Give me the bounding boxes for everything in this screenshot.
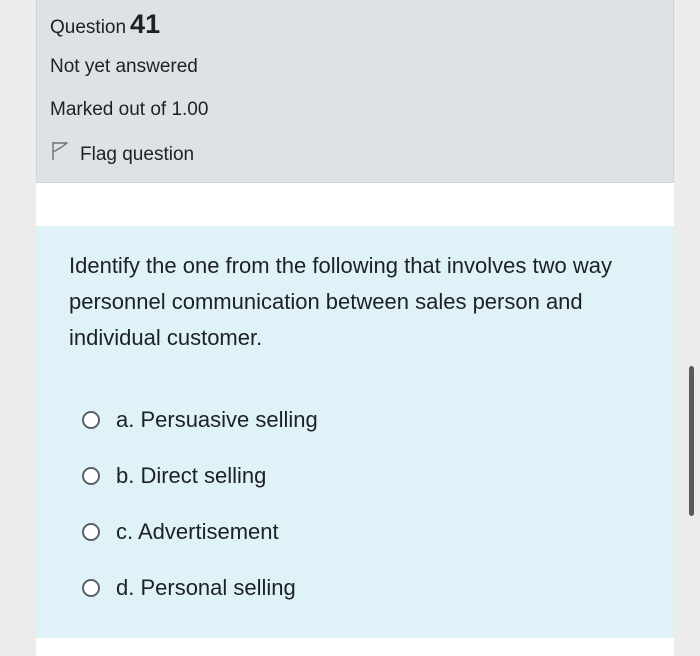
radio-button-c[interactable]	[82, 523, 100, 541]
answer-option-b[interactable]: b. Direct selling	[82, 448, 318, 504]
radio-button-a[interactable]	[82, 411, 100, 429]
answer-label-a: a. Persuasive selling	[116, 407, 318, 432]
flag-question-link[interactable]: Flag question	[50, 141, 194, 168]
answer-option-d[interactable]: d. Personal selling	[82, 560, 318, 616]
question-text: Identify the one from the following that…	[69, 253, 612, 350]
page: Question 41 Not yet answered Marked out o…	[0, 0, 700, 656]
question-grade: Marked out of 1.00	[50, 99, 209, 120]
question-label: Question	[50, 17, 127, 38]
question-state: Not yet answered	[50, 56, 198, 77]
answer-option-c[interactable]: c. Advertisement	[82, 504, 318, 560]
question-card: Question 41 Not yet answered Marked out o…	[36, 0, 674, 656]
answer-label-c: c. Advertisement	[116, 519, 279, 544]
answer-list: a. Persuasive selling b. Direct selling …	[82, 392, 318, 616]
question-info-panel: Question 41 Not yet answered Marked out o…	[36, 0, 674, 183]
answer-label-b: b. Direct selling	[116, 463, 267, 488]
radio-button-d[interactable]	[82, 579, 100, 597]
flag-icon	[50, 141, 80, 168]
answer-option-a[interactable]: a. Persuasive selling	[82, 392, 318, 448]
flag-question-label: Flag question	[80, 143, 195, 165]
scrollbar[interactable]	[689, 366, 694, 516]
answer-label-d: d. Personal selling	[116, 575, 296, 600]
radio-button-b[interactable]	[82, 467, 100, 485]
question-number: 41	[130, 9, 161, 39]
question-content: Identify the one from the following that…	[36, 226, 674, 638]
question-title: Question 41	[50, 9, 160, 43]
